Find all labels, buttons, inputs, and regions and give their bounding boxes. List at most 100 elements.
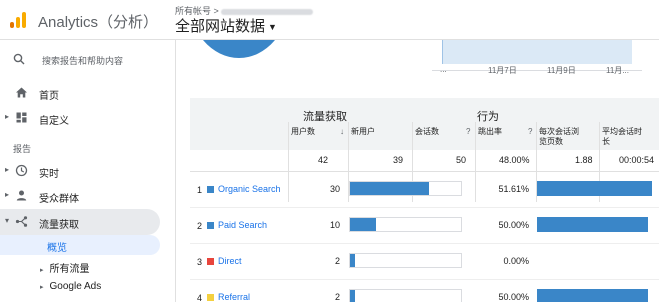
total-pages-per-session: 1.88 [575, 155, 593, 165]
expand-arrow-icon[interactable]: ▸ [5, 190, 9, 199]
app-title[interactable]: Analytics（分析） [38, 11, 158, 32]
view-selector[interactable]: 全部网站数据 ▼ [175, 15, 277, 36]
chevron-down-icon: ▼ [268, 22, 277, 33]
total-bounce-rate: 48.00% [499, 155, 530, 165]
channel-link[interactable]: Paid Search [218, 220, 267, 230]
bounce-rate-bar [537, 289, 659, 302]
sidebar-subitem-all-traffic[interactable]: ▸ 所有流量 [40, 260, 90, 275]
table-row: 1 Organic Search 30 51.61% [190, 172, 659, 208]
top-header: Analytics（分析） 所有帐号 > 全部网站数据 ▼ [0, 0, 659, 40]
sidebar-sub-active-highlight [0, 235, 160, 255]
bounce-rate-bar [537, 217, 659, 232]
users-share-bar [349, 217, 462, 232]
view-name: 全部网站数据 [175, 18, 266, 35]
series-color-swatch [207, 294, 214, 301]
help-icon[interactable]: ? [466, 127, 470, 136]
users-share-fill [350, 218, 377, 231]
column-header-line: 览页数 [539, 137, 563, 146]
users-share-fill [350, 182, 430, 195]
search-icon [13, 53, 25, 65]
sidebar-item-customization[interactable]: ▸ 自定义 [0, 107, 176, 129]
sidebar-subitem-overview[interactable]: 概览 [47, 239, 67, 254]
person-icon [16, 190, 27, 201]
sidebar-subitem-label: Google Ads [49, 281, 102, 292]
expand-arrow-icon: ▸ [40, 284, 44, 291]
column-header-pages-per-session[interactable]: 每次会话浏 览页数 [539, 127, 579, 147]
sidebar-item-audience[interactable]: ▸ 受众群体 [0, 185, 176, 207]
column-header-line: 平均会话时 [602, 127, 642, 136]
expand-arrow-icon: ▸ [40, 267, 44, 274]
bounce-rate-bar [537, 181, 659, 196]
line-chart-area [442, 40, 632, 64]
dashboard-icon [16, 112, 27, 123]
row-bounce-rate: 51.61% [498, 184, 529, 194]
sort-descending-icon[interactable]: ↓ [340, 127, 344, 136]
column-group-acquisition: 流量获取 [303, 111, 347, 123]
search-placeholder: 搜索报告和帮助内容 [42, 56, 124, 66]
row-users: 10 [329, 220, 340, 230]
series-color-swatch [207, 186, 214, 193]
row-index: 1 [197, 185, 203, 195]
column-header-sessions[interactable]: 会话数 [415, 127, 439, 137]
row-users: 2 [334, 292, 340, 302]
sidebar-item-label: 实时 [39, 169, 59, 180]
chart-tick-label: 11月... [606, 66, 629, 75]
series-color-swatch [207, 222, 214, 229]
row-bounce-rate: 50.00% [498, 292, 529, 302]
bounce-rate-fill [537, 181, 652, 196]
sidebar-search[interactable]: 搜索报告和帮助内容 [0, 48, 176, 72]
row-users: 30 [329, 184, 340, 194]
channel-link[interactable]: Referral [218, 292, 250, 302]
table-row: 4 Referral 2 50.00% [190, 280, 659, 302]
bounce-rate-bar [537, 253, 659, 268]
total-avg-duration: 00:00:54 [619, 155, 655, 165]
column-header-new-users[interactable]: 新用户 [351, 127, 375, 137]
users-share-bar [349, 181, 462, 196]
account-email-redacted [220, 8, 313, 15]
total-users: 42 [318, 155, 329, 165]
row-users: 2 [334, 256, 340, 266]
channel-link[interactable]: Direct [218, 256, 242, 266]
clock-icon [15, 164, 28, 177]
main-content: ... 11月7日 11月9日 11月... 流量获取 行为 用户数 ↓ 新用户… [177, 0, 659, 302]
sidebar-item-home[interactable]: 首页 [0, 82, 176, 104]
row-index: 3 [197, 257, 203, 267]
home-icon [16, 87, 27, 98]
table-header [190, 98, 659, 150]
users-share-bar [349, 289, 462, 302]
sidebar-item-label: 流量获取 [39, 220, 79, 231]
collapse-arrow-icon[interactable]: ▾ [5, 216, 9, 225]
series-color-swatch [207, 258, 214, 265]
column-header-avg-duration[interactable]: 平均会话时 长 [602, 127, 642, 147]
expand-arrow-icon[interactable]: ▸ [5, 112, 9, 121]
expand-arrow-icon[interactable]: ▸ [5, 165, 9, 174]
sidebar-item-label: 受众群体 [39, 194, 79, 205]
sidebar-section-reports: 报告 [13, 144, 32, 154]
analytics-logo-icon[interactable] [10, 12, 26, 28]
sidebar-subitem-google-ads[interactable]: ▸ Google Ads [40, 281, 101, 292]
sidebar-item-realtime[interactable]: ▸ 实时 [0, 160, 176, 182]
row-bounce-rate: 50.00% [498, 220, 529, 230]
sidebar-item-label: 首页 [39, 91, 59, 102]
table-row: 2 Paid Search 10 50.00% [190, 208, 659, 244]
chart-tick-label: 11月9日 [547, 66, 576, 75]
bounce-rate-fill [537, 217, 649, 232]
totals-row: 42 39 50 48.00% 1.88 00:00:54 [190, 150, 659, 172]
channel-link[interactable]: Organic Search [218, 184, 281, 194]
row-bounce-rate: 0.00% [503, 256, 529, 266]
sidebar-item-label: 自定义 [39, 116, 69, 127]
sidebar: 搜索报告和帮助内容 首页 ▸ 自定义 报告 ▸ 实时 ▸ 受众群体 ▾ 流量获取… [0, 40, 176, 302]
users-share-fill [350, 254, 356, 267]
help-icon[interactable]: ? [528, 127, 532, 136]
row-index: 2 [197, 221, 203, 231]
column-group-behavior: 行为 [477, 111, 499, 123]
chart-tick-label: ... [440, 65, 447, 74]
column-header-bounce-rate[interactable]: 跳出率 [478, 127, 502, 137]
bounce-rate-fill [537, 289, 649, 302]
data-table: 流量获取 行为 用户数 ↓ 新用户 会话数 ? 跳出率 ? 每次会话浏 览页数 … [190, 98, 659, 302]
sidebar-item-acquisition[interactable]: ▾ 流量获取 [0, 211, 176, 233]
total-new-users: 39 [393, 155, 404, 165]
table-row: 3 Direct 2 0.00% [190, 244, 659, 280]
column-header-users[interactable]: 用户数 [291, 127, 315, 137]
column-header-line: 长 [602, 137, 610, 146]
